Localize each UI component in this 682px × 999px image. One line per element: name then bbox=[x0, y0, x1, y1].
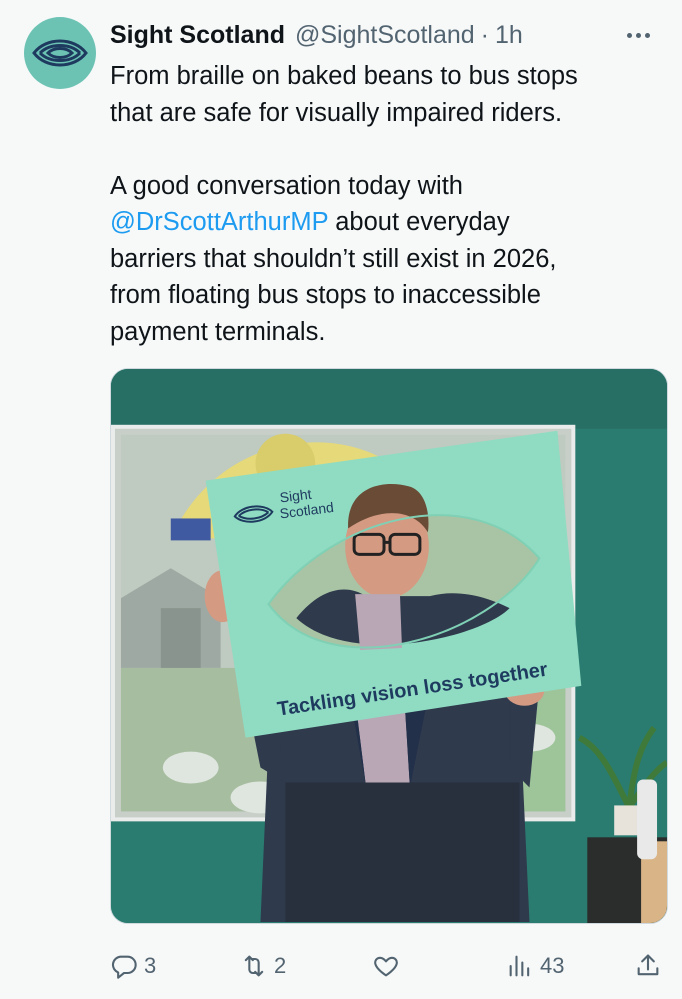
tweet-photo[interactable]: Sight Scotland Tackling vision loss toge… bbox=[110, 368, 668, 924]
eye-logo-icon bbox=[32, 39, 88, 67]
tweet-line: barriers that shouldn’t still exist in 2… bbox=[110, 244, 557, 273]
tweet-line: from floating bus stops to inaccessible bbox=[110, 281, 541, 309]
avatar[interactable] bbox=[24, 17, 96, 89]
mention-link[interactable]: @DrScottArthurMP bbox=[110, 208, 328, 236]
tweet-line: From braille on baked beans to bus stops bbox=[110, 62, 578, 90]
tweet-line: that are safe for visually impaired ride… bbox=[110, 98, 563, 127]
heart-icon bbox=[374, 956, 398, 977]
more-options-icon[interactable] bbox=[618, 18, 658, 52]
views-count: 43 bbox=[540, 953, 565, 978]
tweet-text: From braille on baked beans to bus stops… bbox=[110, 58, 658, 350]
tweet-line: payment terminals. bbox=[110, 317, 326, 346]
timestamp[interactable]: 1h bbox=[495, 21, 523, 50]
reply-button[interactable]: 3 bbox=[110, 946, 156, 986]
tweet-line-rest: about everyday bbox=[328, 208, 510, 236]
photo-illustration: Sight Scotland Tackling vision loss toge… bbox=[111, 369, 667, 923]
views-chart-icon bbox=[509, 955, 530, 977]
share-button[interactable] bbox=[634, 946, 662, 986]
tweet-header: Sight Scotland @SightScotland · 1h bbox=[110, 18, 658, 52]
retweet-button[interactable]: 2 bbox=[240, 946, 286, 986]
retweet-icon bbox=[244, 955, 264, 977]
display-name[interactable]: Sight Scotland bbox=[110, 21, 285, 50]
reply-icon bbox=[111, 955, 137, 979]
share-icon bbox=[637, 954, 659, 976]
reply-count: 3 bbox=[144, 953, 157, 978]
retweet-count: 2 bbox=[274, 953, 287, 978]
action-bar: 3 2 43 bbox=[110, 946, 668, 986]
separator-dot: · bbox=[480, 20, 489, 49]
tweet[interactable]: Sight Scotland @SightScotland · 1h From … bbox=[0, 0, 682, 999]
tweet-line: A good conversation today with bbox=[110, 171, 463, 200]
views-button[interactable]: 43 bbox=[506, 946, 564, 986]
like-button[interactable] bbox=[372, 946, 400, 986]
tweet-line-mention: @DrScottArthurMP about everyday bbox=[110, 204, 658, 241]
handle[interactable]: @SightScotland bbox=[295, 21, 475, 50]
